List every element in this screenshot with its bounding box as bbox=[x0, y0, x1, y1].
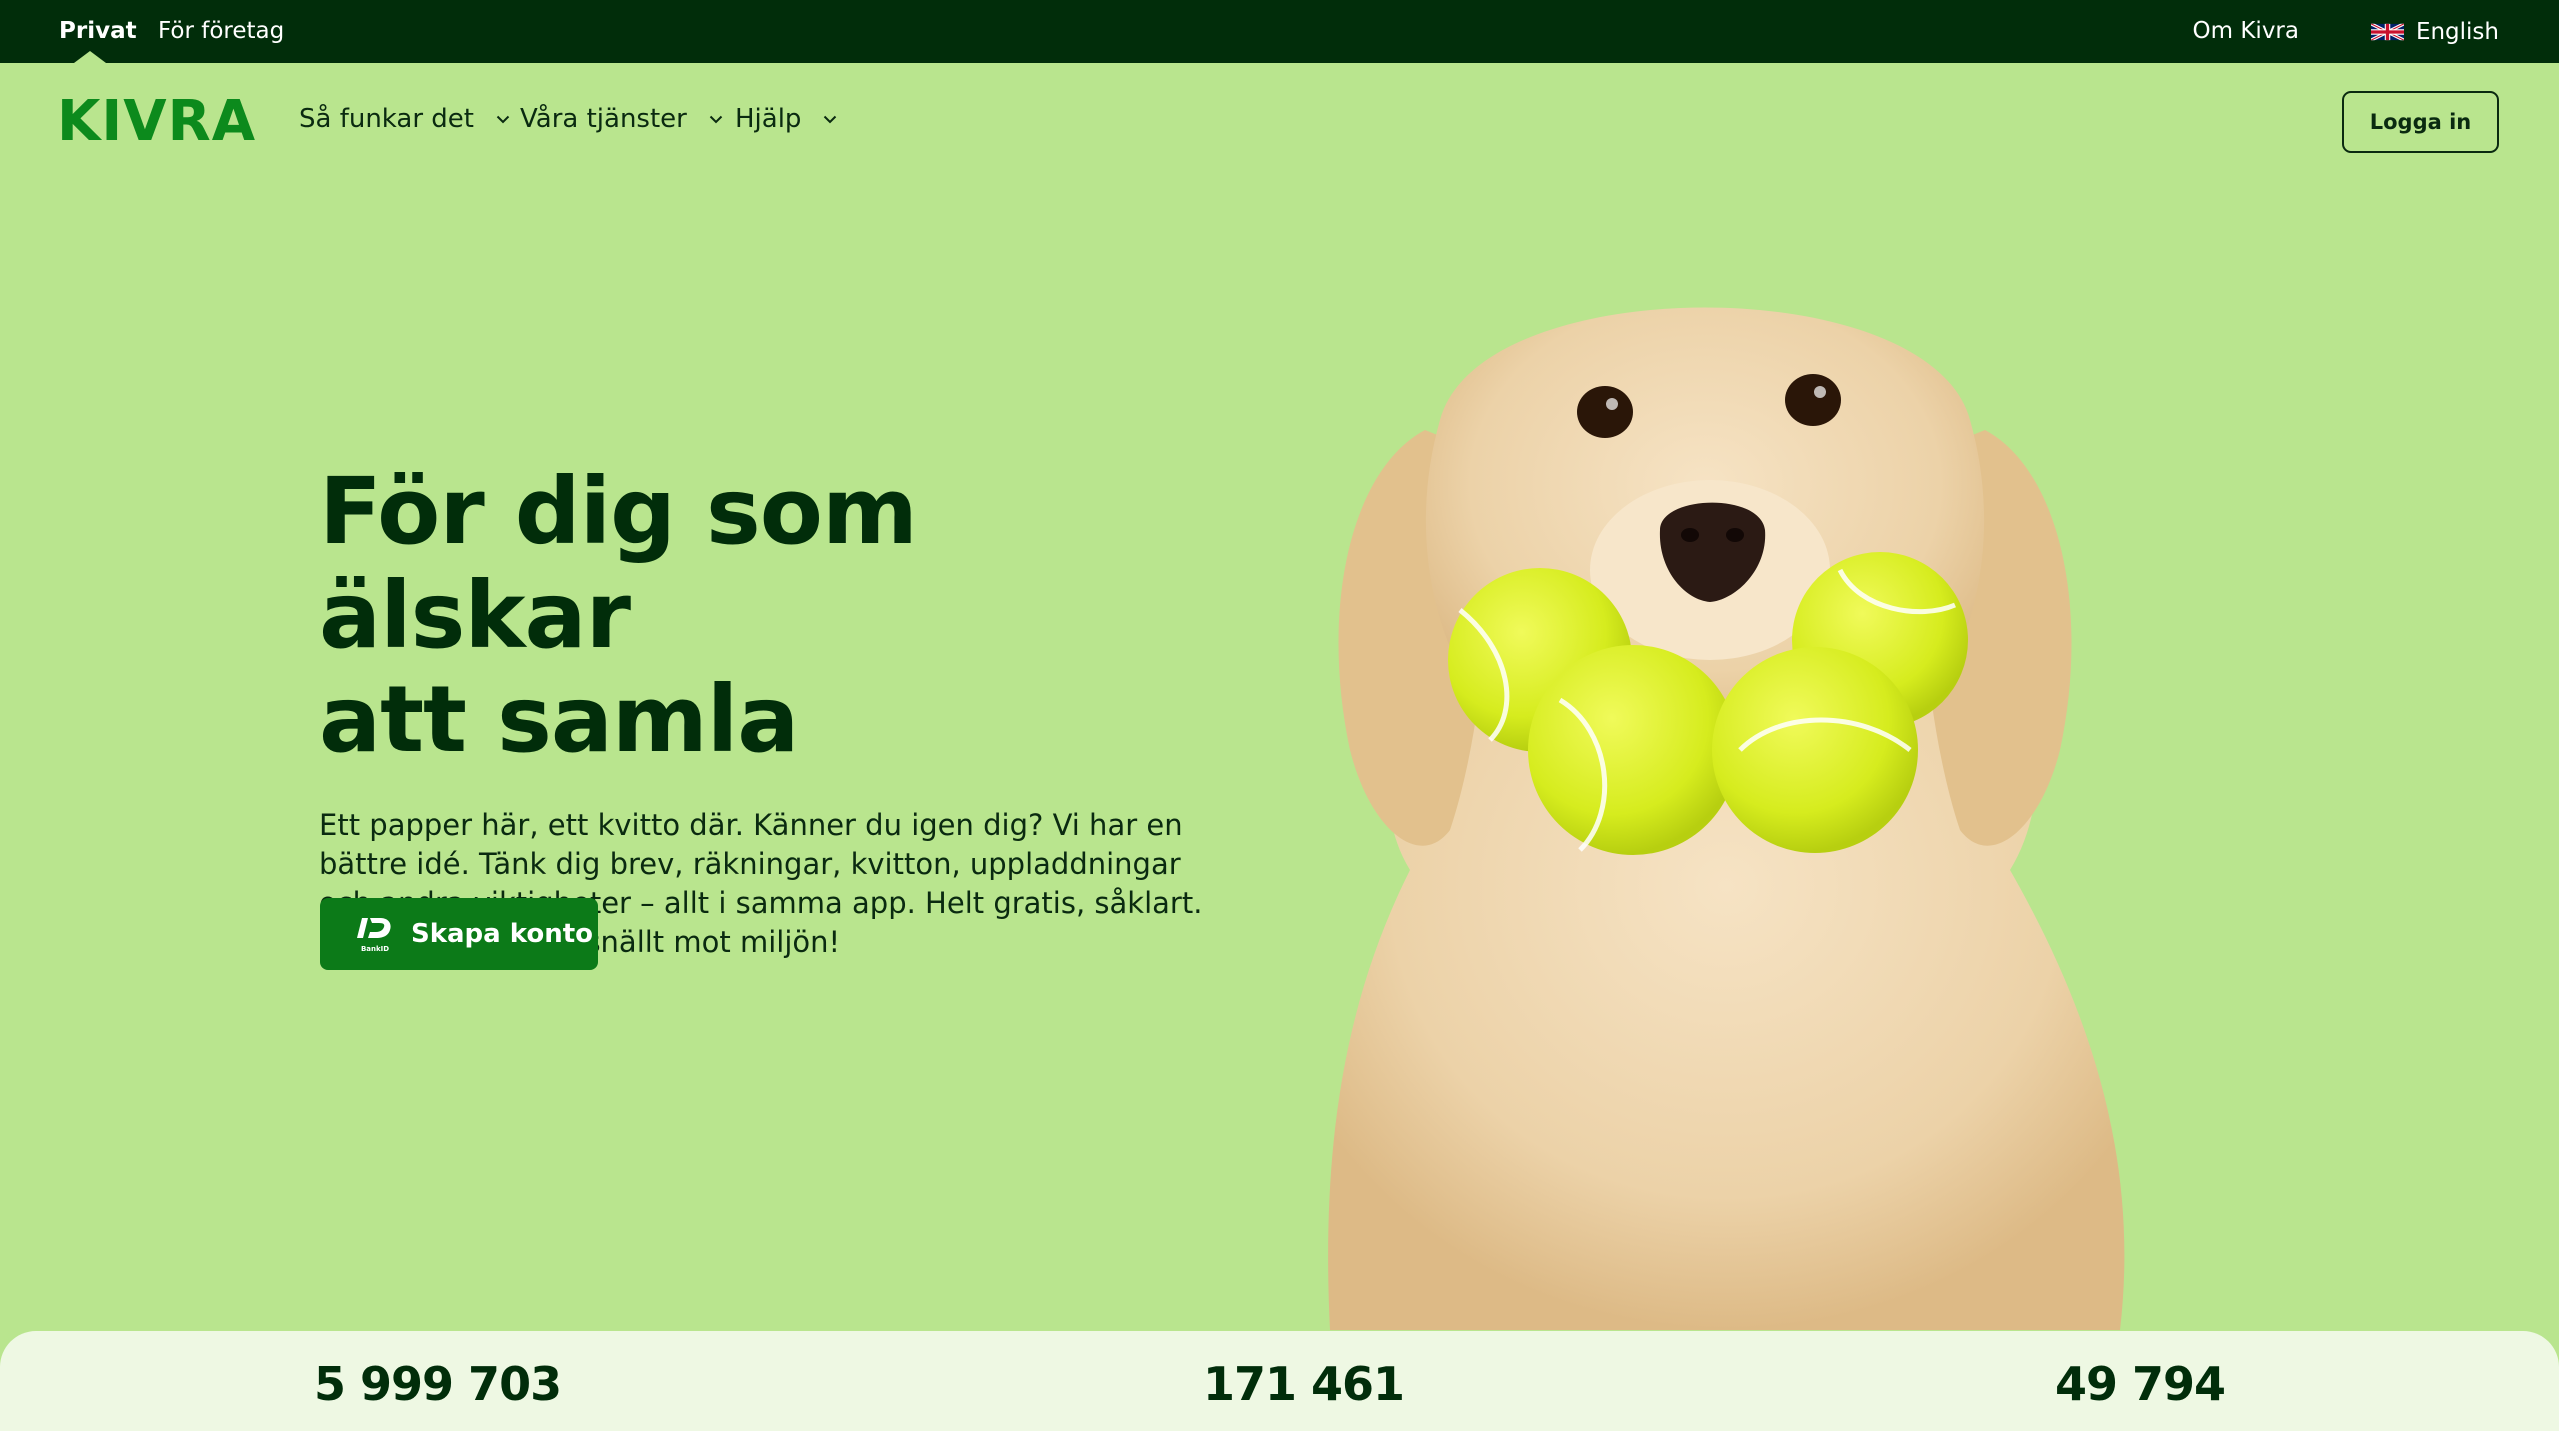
active-segment-caret bbox=[74, 51, 106, 63]
segment-foretag-link[interactable]: För företag bbox=[158, 0, 284, 63]
top-utility-bar: Privat För företag Om Kivra English bbox=[0, 0, 2559, 63]
nav-item-hjalp[interactable]: Hjälp bbox=[735, 104, 837, 134]
login-button[interactable]: Logga in bbox=[2342, 91, 2499, 153]
headline-line-2: att samla bbox=[319, 666, 799, 773]
svg-text:BankID: BankID bbox=[361, 945, 389, 953]
language-label: English bbox=[2415, 18, 2499, 45]
language-switch[interactable]: English bbox=[2370, 0, 2499, 63]
nav-item-label: Våra tjänster bbox=[520, 104, 687, 134]
hero-headline: För dig som älskar att samla bbox=[319, 460, 1219, 772]
nav-item-label: Så funkar det bbox=[299, 104, 474, 134]
chevron-down-icon bbox=[709, 115, 723, 123]
main-navigation: KIVRA Så funkar det Våra tjänster Hjälp … bbox=[0, 63, 2559, 183]
om-kivra-link[interactable]: Om Kivra bbox=[2193, 0, 2299, 63]
bankid-icon: BankID bbox=[357, 918, 391, 953]
nav-item-label: Hjälp bbox=[735, 104, 802, 134]
uk-flag-icon bbox=[2370, 23, 2404, 40]
headline-line-1: För dig som älskar bbox=[319, 458, 918, 669]
stat-value: 49 794 bbox=[2055, 1357, 2226, 1411]
nav-item-vara-tjanster[interactable]: Våra tjänster bbox=[520, 104, 723, 134]
stat-value: 171 461 bbox=[1203, 1357, 1405, 1411]
stats-strip: 5 999 703 171 461 49 794 bbox=[0, 1331, 2559, 1431]
nav-item-sa-funkar-det[interactable]: Så funkar det bbox=[299, 104, 510, 134]
create-account-button[interactable]: BankID Skapa konto bbox=[320, 898, 598, 970]
chevron-down-icon bbox=[824, 115, 837, 123]
stat-value: 5 999 703 bbox=[314, 1357, 562, 1411]
kivra-logo[interactable]: KIVRA bbox=[57, 94, 256, 150]
dog-with-tennis-balls-image bbox=[1328, 307, 2125, 1330]
chevron-down-icon bbox=[496, 115, 510, 123]
create-account-label: Skapa konto bbox=[411, 919, 594, 949]
hero-section: För dig som älskar att samla Ett papper … bbox=[319, 460, 1219, 962]
